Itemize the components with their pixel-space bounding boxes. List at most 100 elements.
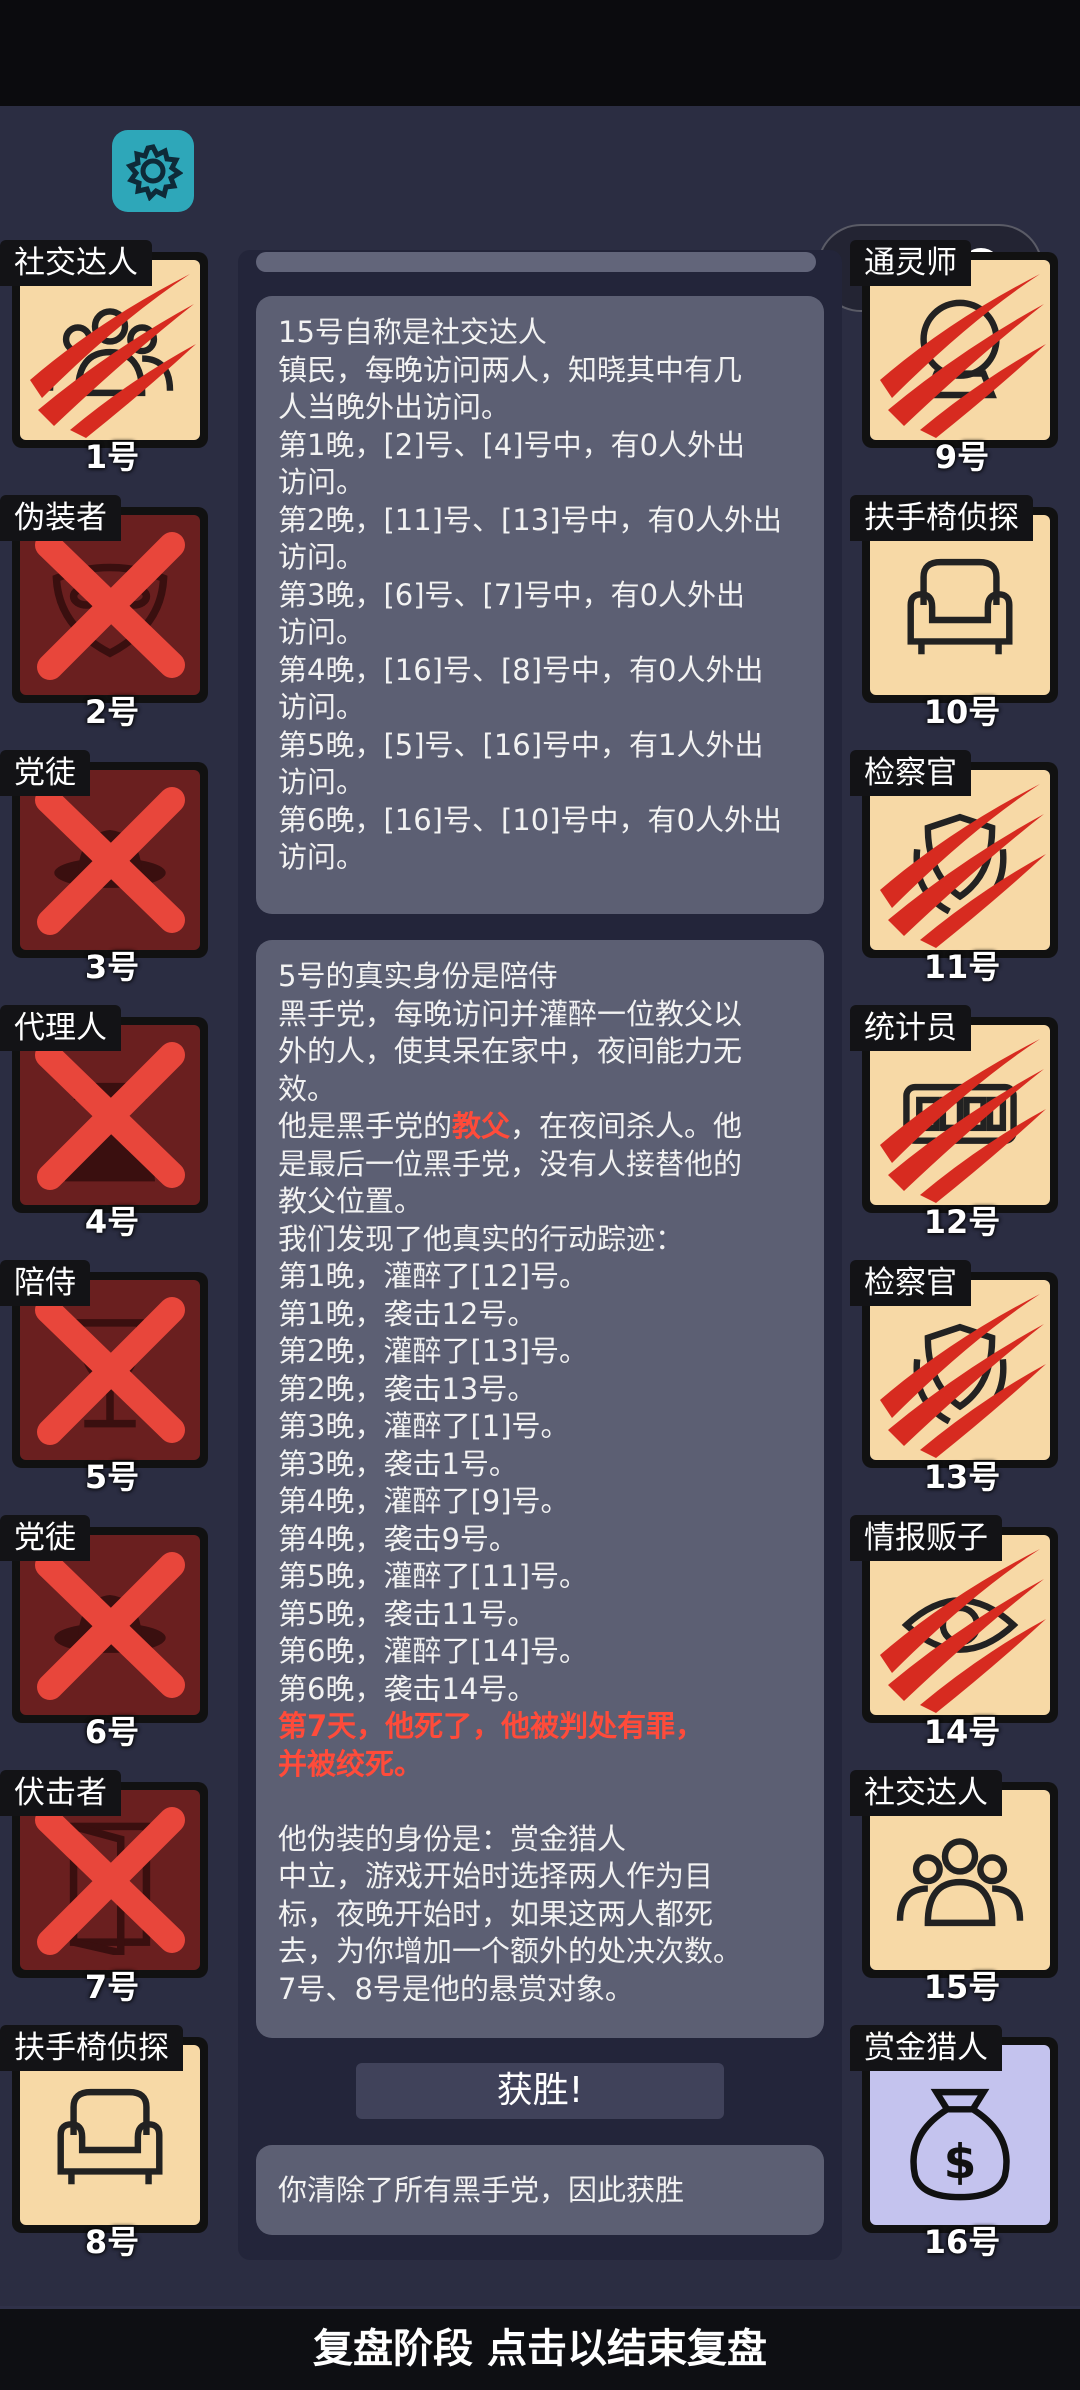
log-line: 黑手党，每晚访问并灌醉一位教父以	[278, 996, 743, 1031]
card-portrait	[20, 1025, 200, 1205]
status-bar	[0, 0, 1080, 106]
claw-marks-icon	[880, 1294, 1046, 1458]
end-replay-button[interactable]: 复盘阶段 点击以结束复盘	[0, 2306, 1080, 2390]
log-line: 第2晚，灌醉了[13]号。	[278, 1334, 588, 1368]
player-card-8号[interactable]: 扶手椅侦探 8号	[0, 2025, 208, 2261]
role-name-label: 通灵师	[850, 240, 971, 286]
log-line: 第1晚，灌醉了[12]号。	[278, 1259, 588, 1293]
player-card-2号[interactable]: 伪装者 2号	[0, 495, 208, 731]
card-portrait	[870, 515, 1050, 695]
settings-button[interactable]	[112, 130, 194, 212]
claim-message: 15号自称是社交达人 镇民，每晚访问两人，知晓其中有几 人当晚外出访问。 第1晚，[2…	[256, 296, 824, 914]
eliminated-x-icon	[35, 787, 185, 935]
eliminated-x-icon	[35, 1552, 185, 1700]
eliminated-x-icon	[35, 532, 185, 680]
log-line: 第5晚，袭击11号。	[278, 1596, 537, 1631]
armchair-icon	[57, 2088, 163, 2185]
card-portrait	[20, 260, 200, 440]
log-line: 第4晚，袭击9号。	[278, 1521, 518, 1556]
card-portrait	[20, 1790, 200, 1970]
card-portrait	[870, 1280, 1050, 1460]
seat-number: 4号	[84, 1203, 140, 1241]
seat-number: 5号	[84, 1458, 140, 1496]
player-card-11号[interactable]: 检察官 11号	[850, 750, 1058, 986]
card-portrait	[20, 2045, 200, 2225]
log-line: 第6晚，灌醉了[14]号。	[278, 1634, 588, 1668]
log-line: 第2晚，[11]号、[13]号中，有0人外出	[278, 502, 782, 537]
seat-number: 3号	[84, 948, 140, 986]
svg-text:$: $	[944, 2135, 977, 2190]
log-line: 外的人，使其呆在家中，夜间能力无	[278, 1034, 743, 1068]
log-line: 第4晚，灌醉了[9]号。	[278, 1484, 570, 1518]
log-line: 第5晚，灌醉了[11]号。	[278, 1559, 588, 1593]
player-card-9号[interactable]: 通灵师 9号	[850, 240, 1058, 476]
log-line: 访问。	[278, 690, 366, 724]
seat-number: 14号	[923, 1713, 1001, 1751]
player-card-13号[interactable]: 检察官 13号	[850, 1260, 1058, 1496]
seat-number: 7号	[84, 1968, 140, 2006]
log-line: 中立，游戏开始时选择两人作为目	[278, 1859, 714, 1893]
player-card-7号[interactable]: 伏击者 7号	[0, 1770, 208, 2006]
role-name-label: 伏击者	[0, 1770, 121, 1816]
crowd-icon	[896, 1838, 1024, 1927]
claw-marks-icon	[880, 1039, 1046, 1203]
seat-number: 11号	[923, 948, 1001, 986]
seat-number: 12号	[923, 1203, 1001, 1241]
seat-number: 8号	[84, 2223, 140, 2261]
armchair-icon	[907, 558, 1013, 655]
log-line: 我们发现了他真实的行动踪迹：	[278, 1221, 685, 1256]
seat-number: 2号	[84, 693, 140, 731]
log-line: 访问。	[278, 540, 366, 574]
log-line: 第6晚，袭击14号。	[278, 1671, 537, 1706]
seat-number: 1号	[84, 438, 140, 476]
result-message: 你清除了所有黑手党，因此获胜	[256, 2145, 824, 2235]
player-card-6号[interactable]: 党徒 6号	[0, 1515, 208, 1751]
seat-number: 15号	[923, 1968, 1001, 2006]
log-line: 第3晚，袭击1号。	[278, 1446, 518, 1481]
role-name-label: 代理人	[0, 1005, 121, 1051]
role-name-label: 检察官	[850, 750, 971, 796]
claw-marks-icon	[880, 784, 1046, 948]
log-line: 第1晚，[2]号、[4]号中，有0人外出	[278, 427, 746, 462]
card-portrait	[870, 260, 1050, 440]
player-card-4号[interactable]: 代理人 4号	[0, 1005, 208, 1241]
log-line: 镇民，每晚访问两人，知晓其中有几	[278, 352, 743, 387]
role-name-label: 党徒	[0, 750, 90, 796]
role-name-label: 扶手椅侦探	[850, 495, 1033, 541]
log-line: 第2晚，袭击13号。	[278, 1371, 537, 1406]
card-portrait	[20, 1280, 200, 1460]
player-card-1号[interactable]: 社交达人 1号	[0, 240, 208, 476]
role-name-label: 社交达人	[0, 240, 152, 286]
log-line: 第7天，他死了，他被判处有罪，	[278, 1709, 705, 1743]
player-card-16号[interactable]: $ 赏金猎人 16号	[850, 2025, 1058, 2261]
player-card-5号[interactable]: 陪侍 5号	[0, 1260, 208, 1496]
role-name-label: 扶手椅侦探	[0, 2025, 183, 2071]
log-line: 并被绞死。	[278, 1746, 424, 1781]
card-portrait	[20, 770, 200, 950]
seat-number: 16号	[923, 2223, 1001, 2261]
log-line: 第1晚，袭击12号。	[278, 1296, 537, 1331]
seat-number: 6号	[84, 1713, 140, 1751]
role-name-label: 社交达人	[850, 1770, 1002, 1816]
role-name-label: 赏金猎人	[850, 2025, 1002, 2071]
eliminated-x-icon	[35, 1807, 185, 1955]
claw-marks-icon	[30, 274, 196, 438]
player-card-3号[interactable]: 党徒 3号	[0, 750, 208, 986]
role-name-label: 检察官	[850, 1260, 971, 1306]
card-portrait	[20, 515, 200, 695]
log-line: 去，为你增加一个额外的处决次数。	[278, 1934, 743, 1968]
gear-icon	[125, 144, 183, 201]
player-card-15号[interactable]: 社交达人 15号	[850, 1770, 1058, 2006]
seat-number: 9号	[934, 438, 990, 476]
player-card-12号[interactable]: 统计员 12号	[850, 1005, 1058, 1241]
eliminated-x-icon	[35, 1042, 185, 1190]
seat-number: 13号	[923, 1458, 1001, 1496]
result-text: 你清除了所有黑手党，因此获胜	[278, 2173, 685, 2207]
eliminated-x-icon	[35, 1297, 185, 1445]
card-portrait	[870, 770, 1050, 950]
log-line: 他伪装的身份是：赏金猎人	[278, 1821, 627, 1856]
log-line: 访问。	[278, 465, 366, 499]
player-card-14号[interactable]: 情报贩子 14号	[850, 1515, 1058, 1751]
log-line: 第3晚，灌醉了[1]号。	[278, 1409, 570, 1443]
player-card-10号[interactable]: 扶手椅侦探 10号	[850, 495, 1058, 731]
